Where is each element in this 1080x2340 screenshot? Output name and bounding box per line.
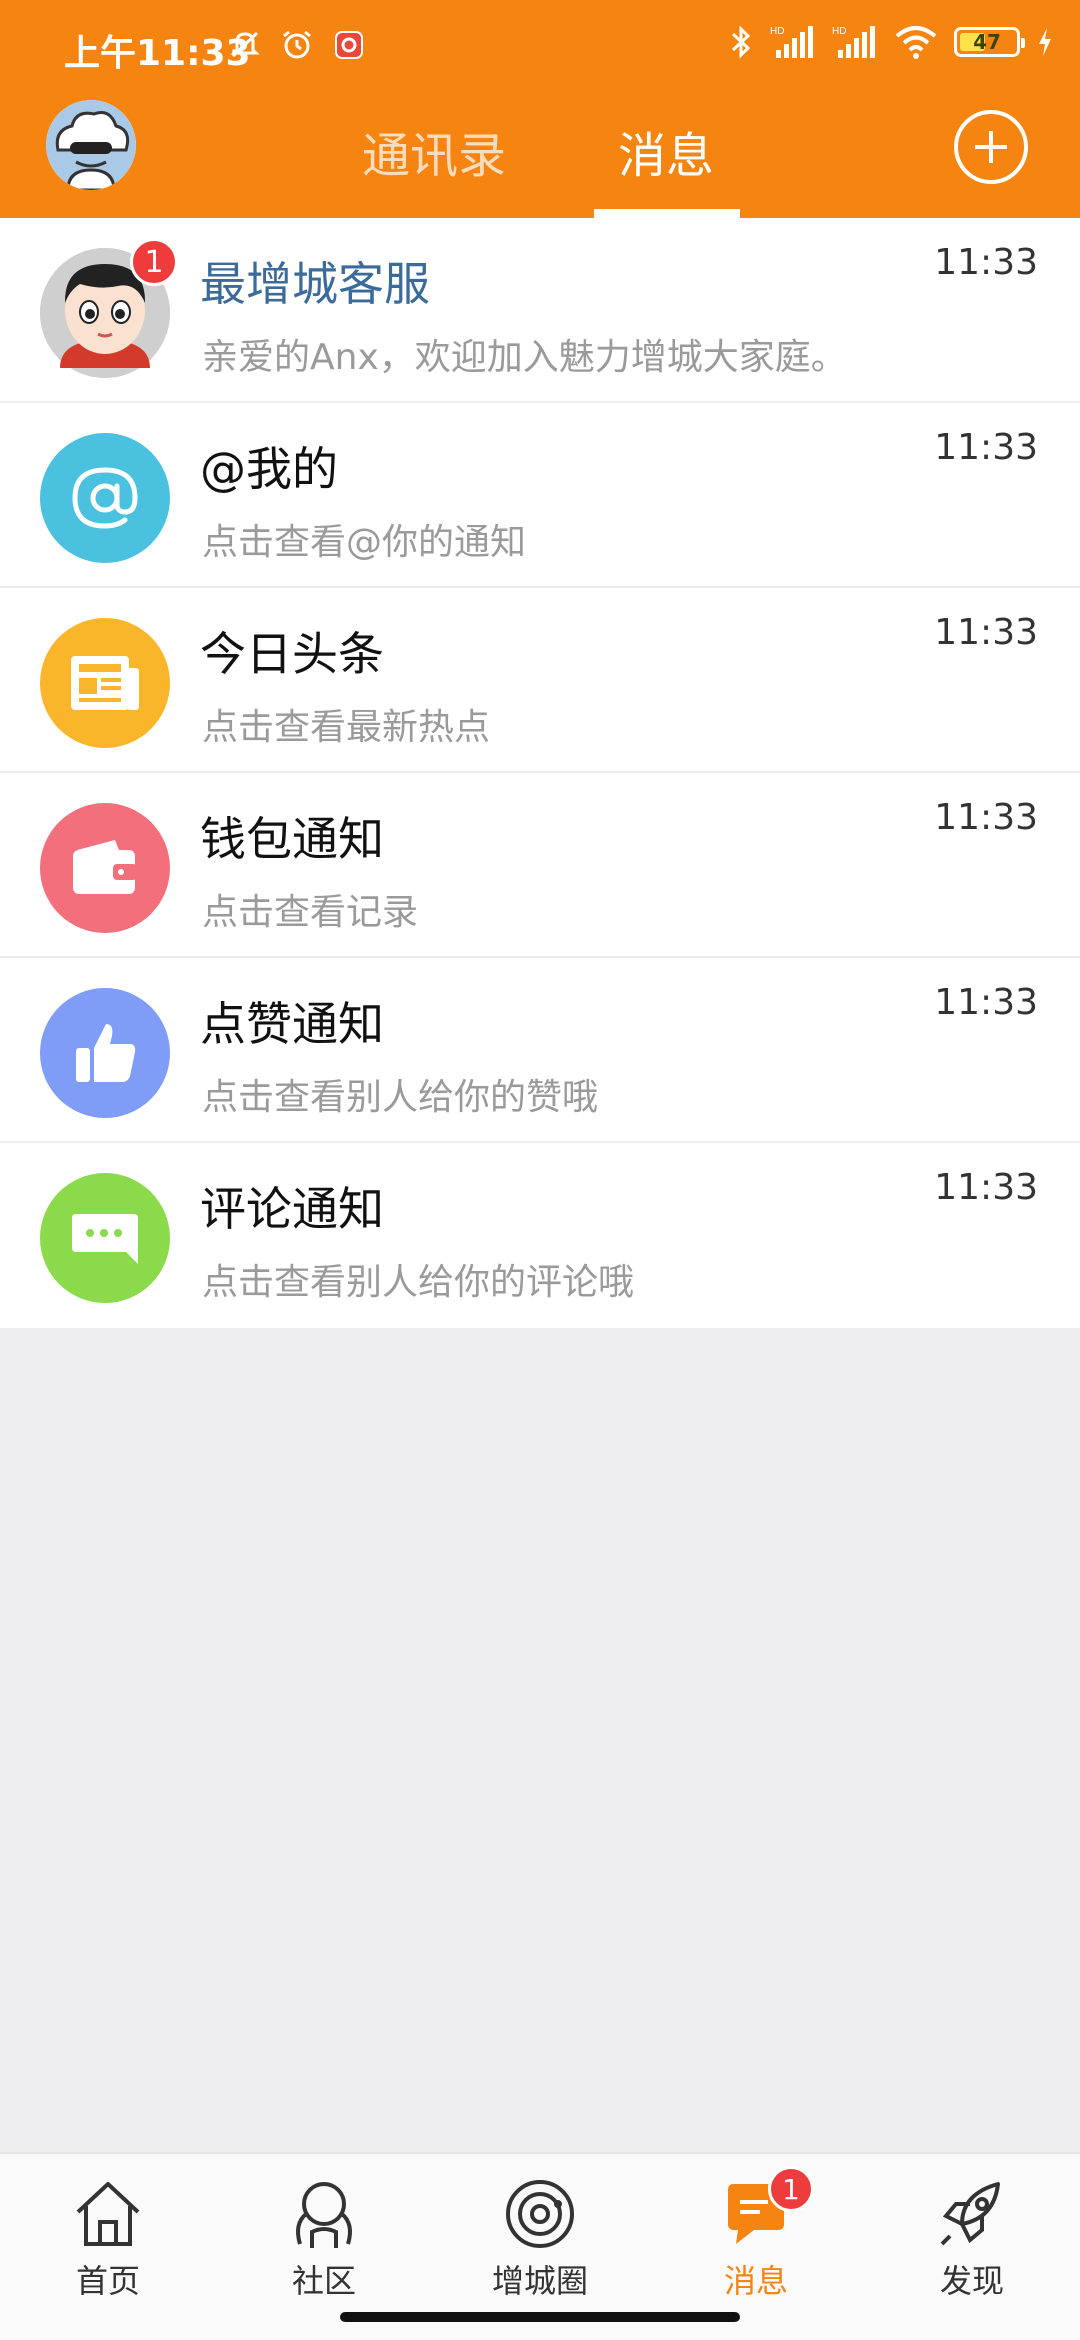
- unread-badge: 1: [130, 238, 178, 286]
- home-indicator: [340, 2312, 740, 2322]
- message-time: 11:33: [934, 242, 1038, 283]
- signal-icon-2: HD: [832, 26, 875, 58]
- nav-item-circle[interactable]: 增城圈: [470, 2164, 610, 2314]
- community-icon: [284, 2174, 364, 2254]
- user-avatar-icon: [46, 100, 136, 190]
- signal-icon: HD: [770, 26, 813, 58]
- list-item[interactable]: 今日头条 点击查看最新热点 11:33: [0, 588, 1080, 773]
- nav-label: 增城圈: [491, 2262, 588, 2300]
- mute-icon: [230, 31, 260, 58]
- message-preview: 点击查看记录: [202, 892, 419, 933]
- message-preview: 点击查看别人给你的赞哦: [202, 1077, 599, 1118]
- active-tab-indicator: [594, 209, 740, 218]
- headlines-avatar: [40, 618, 170, 748]
- home-icon: [68, 2174, 148, 2254]
- comments-avatar: [40, 1173, 170, 1303]
- message-preview: 点击查看最新热点: [202, 707, 491, 748]
- list-item[interactable]: @我的 点击查看@你的通知 11:33: [0, 403, 1080, 588]
- message-preview: 亲爱的Anx，欢迎加入魅力增城大家庭。: [202, 337, 847, 378]
- svg-text:HD: HD: [770, 26, 784, 37]
- nav-label: 首页: [75, 2262, 140, 2300]
- tab-contacts[interactable]: 通讯录: [362, 116, 506, 186]
- message-title: 钱包通知: [200, 812, 384, 866]
- nav-label: 消息: [723, 2262, 788, 2300]
- planet-icon: [500, 2174, 580, 2254]
- rocket-icon: [932, 2174, 1012, 2254]
- wallet-avatar: [40, 803, 170, 933]
- nav-item-discover[interactable]: 发现: [902, 2164, 1042, 2314]
- charging-icon: [1039, 28, 1051, 56]
- message-title: 今日头条: [200, 627, 384, 681]
- list-item[interactable]: 点赞通知 点击查看别人给你的赞哦 11:33: [0, 958, 1080, 1143]
- battery-percent: 47: [973, 30, 1001, 54]
- add-button[interactable]: [954, 110, 1028, 184]
- message-title: 点赞通知: [200, 997, 384, 1051]
- mentions-avatar: [40, 433, 170, 563]
- likes-avatar: [40, 988, 170, 1118]
- app-notification-icon: [335, 31, 363, 59]
- my-avatar[interactable]: [46, 100, 136, 190]
- list-item[interactable]: 评论通知 点击查看别人给你的评论哦 11:33: [0, 1143, 1080, 1328]
- message-preview: 点击查看@你的通知: [202, 522, 527, 563]
- wallet-icon: [73, 840, 137, 894]
- list-item[interactable]: 1 最增城客服 亲爱的Anx，欢迎加入魅力增城大家庭。 11:33: [0, 218, 1080, 403]
- message-title: @我的: [200, 442, 338, 496]
- message-title: 评论通知: [200, 1182, 384, 1236]
- status-right-icons: HD HD 47: [728, 24, 1054, 60]
- message-list: 1 最增城客服 亲爱的Anx，欢迎加入魅力增城大家庭。 11:33 @我的 点击…: [0, 218, 1080, 1328]
- alarm-icon: [283, 30, 311, 59]
- message-time: 11:33: [934, 797, 1038, 838]
- message-title: 最增城客服: [200, 257, 430, 311]
- nav-label: 社区: [291, 2262, 356, 2300]
- newspaper-icon: [71, 656, 139, 710]
- svg-text:HD: HD: [832, 26, 846, 37]
- status-time: 上午11:33: [64, 33, 251, 74]
- nav-item-community[interactable]: 社区: [254, 2164, 394, 2314]
- at-icon: [72, 467, 138, 529]
- message-icon: 1: [716, 2166, 814, 2254]
- tab-messages[interactable]: 消息: [618, 116, 714, 186]
- wifi-icon: [895, 26, 937, 59]
- bluetooth-icon: [731, 25, 751, 59]
- message-time: 11:33: [934, 612, 1038, 653]
- nav-badge: 1: [768, 2166, 814, 2212]
- nav-item-messages[interactable]: 1 消息: [686, 2164, 826, 2314]
- nav-item-home[interactable]: 首页: [38, 2164, 178, 2314]
- nav-label: 发现: [939, 2262, 1004, 2300]
- thumbs-up-icon: [76, 1024, 136, 1082]
- status-bar: 上午11:33 HD HD 47: [0, 0, 1080, 96]
- message-time: 11:33: [934, 1167, 1038, 1208]
- comment-icon: [72, 1214, 138, 1264]
- message-preview: 点击查看别人给你的评论哦: [202, 1262, 635, 1303]
- status-notification-icons: [228, 28, 366, 62]
- message-time: 11:33: [934, 427, 1038, 468]
- message-time: 11:33: [934, 982, 1038, 1023]
- list-item[interactable]: 钱包通知 点击查看记录 11:33: [0, 773, 1080, 958]
- top-header: 上午11:33 HD HD 47 通讯录 消息: [0, 0, 1080, 218]
- battery-icon: 47: [954, 27, 1025, 57]
